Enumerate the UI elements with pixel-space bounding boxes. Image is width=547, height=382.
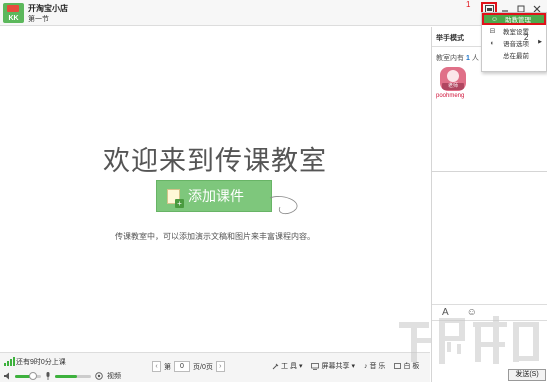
tools-label: 工 具 <box>281 363 297 370</box>
stage-hint: 传课教室中，可以添加演示文稿和图片来丰富课程内容。 <box>115 232 315 241</box>
menu-item-always-on-top[interactable]: 总在最前 <box>482 49 546 61</box>
bottom-toolbar: 还有9时0分上课 视频 ‹ 第 0 页/0页 › 工 具 ▾ 屏幕共享 ▾ ♪ 音 <box>0 352 430 382</box>
page-suffix: 页/0页 <box>193 363 213 371</box>
watermark-logo <box>399 316 539 364</box>
user-name: poohmeng <box>436 93 465 99</box>
room-prefix: 教室内有 <box>436 55 464 62</box>
teacher-tag: 老师 <box>442 83 464 90</box>
app-logo: KK <box>3 3 24 23</box>
tools-menu[interactable]: 工 具 ▾ <box>272 361 302 371</box>
room-count-number: 1 <box>465 55 470 62</box>
step-marker-1: 1 <box>466 0 471 9</box>
settings-icon: ⊟ <box>489 27 496 35</box>
page-input[interactable]: 0 <box>174 361 190 372</box>
add-document-icon <box>167 188 184 208</box>
screen-share-menu[interactable]: 屏幕共享 ▾ <box>311 361 355 371</box>
class-countdown: 还有9时0分上课 <box>16 359 66 366</box>
menu-item-classroom-settings[interactable]: ⊟ 教室设置 <box>482 25 546 37</box>
microphone-icon[interactable] <box>45 372 51 380</box>
classroom-stage: 欢迎来到传课教室 添加课件 传课教室中，可以添加演示文稿和图片来丰富课程内容。 <box>0 27 430 352</box>
add-courseware-button[interactable]: 添加课件 <box>156 180 272 212</box>
avatar-head-icon <box>447 70 459 82</box>
step-marker-2: 2 <box>524 33 529 42</box>
page-prefix: 第 <box>164 363 171 371</box>
menu-item-voice-options[interactable]: ◐ 语音选项 ▶ <box>482 37 546 49</box>
music-icon: ♪ <box>363 362 368 370</box>
video-label[interactable]: 视频 <box>107 371 121 381</box>
page-navigator: ‹ 第 0 页/0页 › <box>152 361 225 372</box>
wrench-icon <box>272 363 279 369</box>
title-bar: KK 开淘宝小店 第一节 1 <box>0 0 547 26</box>
person-icon: ☺ <box>490 15 499 23</box>
welcome-heading: 欢迎来到传课教室 <box>103 146 327 176</box>
panel-divider <box>432 171 547 172</box>
add-courseware-label: 添加课件 <box>188 188 244 204</box>
audio-controls: 视频 <box>4 371 121 381</box>
screen-share-label: 屏幕共享 <box>321 363 350 370</box>
logo-text: KK <box>8 15 19 22</box>
logo-tag-icon <box>7 5 19 12</box>
menu-item-assistant-management[interactable]: ☺ 助教管理 <box>482 13 546 25</box>
next-page-button[interactable]: › <box>215 361 225 372</box>
room-suffix: 人 <box>471 55 479 62</box>
app-title: 开淘宝小店 <box>28 4 68 13</box>
lesson-title: 第一节 <box>28 16 49 23</box>
speaker-icon[interactable] <box>4 372 11 380</box>
voice-icon: ◐ <box>490 39 495 47</box>
menu-item-label: 总在最前 <box>503 53 529 60</box>
submenu-arrow-icon: ▶ <box>538 39 542 45</box>
settings-dropdown-menu: ☺ 助教管理 ⊟ 教室设置 ◐ 语音选项 ▶ 总在最前 <box>481 12 547 72</box>
speaker-volume-slider[interactable] <box>15 371 41 380</box>
signal-icon <box>4 357 15 366</box>
decorative-swirl-icon <box>269 196 298 215</box>
music-button[interactable]: ♪ 音 乐 <box>364 361 385 371</box>
prev-page-button[interactable]: ‹ <box>152 361 161 372</box>
camera-icon[interactable] <box>95 372 103 380</box>
teacher-avatar[interactable]: 老师 <box>440 67 466 91</box>
monitor-icon <box>311 362 320 370</box>
mic-volume-slider[interactable] <box>55 374 91 378</box>
music-label: 音 乐 <box>369 363 386 370</box>
menu-item-label: 助教管理 <box>505 17 531 24</box>
room-member-count: 教室内有 1 人 <box>436 53 479 63</box>
